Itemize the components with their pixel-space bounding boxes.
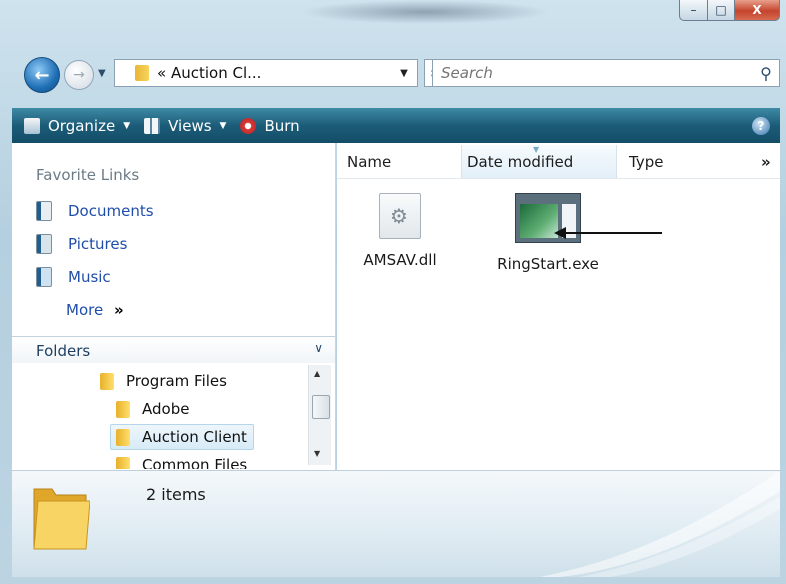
tree-item-label: Program Files bbox=[126, 372, 227, 390]
favorite-link-documents[interactable]: Documents bbox=[36, 201, 154, 221]
tree-item-common-files[interactable]: Common Files bbox=[116, 453, 247, 469]
folder-icon bbox=[33, 488, 90, 550]
file-name: AMSAV.dll bbox=[363, 251, 437, 269]
file-name: RingStart.exe bbox=[497, 255, 599, 273]
folder-icon bbox=[116, 456, 130, 469]
music-icon bbox=[36, 267, 52, 287]
forward-arrow-icon: → bbox=[73, 67, 85, 83]
tree-item-label: Common Files bbox=[142, 456, 248, 469]
search-icon[interactable]: ⚲ bbox=[753, 64, 779, 83]
tree-item-adobe[interactable]: Adobe bbox=[116, 397, 189, 421]
navigation-pane: Favorite Links Documents Pictures Music … bbox=[12, 143, 336, 470]
command-bar: Organize ▼ Views ▼ Burn ? bbox=[12, 108, 780, 143]
double-chevron-icon: » bbox=[113, 301, 124, 319]
scroll-up-icon[interactable]: ▲ bbox=[314, 369, 320, 378]
folder-icon bbox=[100, 372, 114, 390]
tree-item-label: Auction Client bbox=[142, 428, 247, 446]
scroll-thumb[interactable] bbox=[312, 395, 330, 419]
folder-tree-scrollbar[interactable]: ▲ ▼ bbox=[308, 365, 331, 465]
file-item-amsav-dll[interactable]: AMSAV.dll bbox=[357, 193, 443, 269]
organize-label: Organize bbox=[48, 116, 116, 135]
chevron-down-icon: ▼ bbox=[123, 120, 131, 131]
back-arrow-icon: ← bbox=[34, 64, 50, 86]
column-header-type[interactable]: Type bbox=[629, 153, 663, 171]
pictures-icon bbox=[36, 234, 52, 254]
folders-label: Folders bbox=[36, 342, 91, 360]
decorative-swoosh bbox=[540, 471, 780, 577]
favorite-link-label: Pictures bbox=[68, 235, 128, 253]
folder-icon bbox=[116, 428, 130, 446]
explorer-window: – □ X ← → ▼ « Auction Cl... ▼ ⇄ ⚲ Organi… bbox=[0, 0, 786, 584]
forward-button[interactable]: → bbox=[64, 60, 94, 90]
recent-pages-dropdown[interactable]: ▼ bbox=[98, 68, 106, 79]
address-path[interactable]: Auction Cl... bbox=[171, 64, 261, 82]
search-input[interactable] bbox=[433, 63, 753, 83]
item-count: 2 items bbox=[146, 485, 206, 504]
folder-tree: Program Files Adobe Auction Client Commo… bbox=[12, 365, 312, 469]
tree-item-label: Adobe bbox=[142, 400, 190, 418]
organize-button[interactable]: Organize ▼ bbox=[24, 117, 130, 135]
help-button[interactable]: ? bbox=[752, 116, 770, 135]
details-pane: 2 items bbox=[12, 470, 780, 577]
close-button[interactable]: X bbox=[735, 0, 780, 21]
chevron-down-icon: ▼ bbox=[219, 120, 227, 131]
burn-button[interactable]: Burn bbox=[240, 116, 300, 135]
back-button[interactable]: ← bbox=[24, 57, 60, 93]
folder-icon bbox=[116, 400, 130, 418]
organize-icon bbox=[24, 117, 40, 134]
favorite-link-music[interactable]: Music bbox=[36, 267, 111, 287]
search-box[interactable]: ⚲ bbox=[432, 59, 780, 87]
scroll-down-icon[interactable]: ▼ bbox=[314, 449, 320, 458]
folders-header[interactable]: Folders ∨ bbox=[12, 336, 335, 363]
favorite-links-title: Favorite Links bbox=[36, 166, 140, 184]
address-prefix[interactable]: « bbox=[157, 64, 166, 82]
more-links-button[interactable]: More » bbox=[66, 301, 124, 319]
file-list-pane: ▼ Name Date modified Type » AMSAV.dll Ri… bbox=[337, 143, 780, 470]
tree-item-auction-client[interactable]: Auction Client bbox=[110, 424, 254, 450]
more-columns-button[interactable]: » bbox=[761, 153, 771, 171]
column-header-name[interactable]: Name bbox=[347, 153, 391, 171]
caption-buttons: – □ X bbox=[679, 0, 780, 21]
favorite-link-pictures[interactable]: Pictures bbox=[36, 234, 127, 254]
dll-file-icon bbox=[379, 193, 421, 239]
annotation-arrow bbox=[554, 227, 662, 239]
tree-item-program-files[interactable]: Program Files bbox=[100, 369, 227, 393]
favorite-link-label: Music bbox=[68, 268, 111, 286]
views-button[interactable]: Views ▼ bbox=[144, 117, 226, 135]
column-header-date-modified[interactable]: Date modified bbox=[467, 153, 573, 171]
views-label: Views bbox=[168, 116, 212, 135]
folder-icon bbox=[135, 65, 149, 81]
more-label: More bbox=[66, 301, 104, 319]
address-bar[interactable]: « Auction Cl... ▼ bbox=[114, 59, 418, 87]
burn-disc-icon bbox=[240, 117, 257, 134]
address-dropdown-icon[interactable]: ▼ bbox=[391, 68, 417, 79]
title-bar-glow bbox=[300, 0, 550, 24]
maximize-button[interactable]: □ bbox=[708, 0, 735, 21]
column-headers: ▼ Name Date modified Type » bbox=[337, 145, 780, 179]
minimize-button[interactable]: – bbox=[679, 0, 708, 21]
views-icon bbox=[144, 117, 161, 134]
burn-label: Burn bbox=[264, 116, 300, 135]
chevron-down-icon: ∨ bbox=[314, 341, 323, 355]
documents-icon bbox=[36, 201, 52, 221]
favorite-link-label: Documents bbox=[68, 202, 154, 220]
